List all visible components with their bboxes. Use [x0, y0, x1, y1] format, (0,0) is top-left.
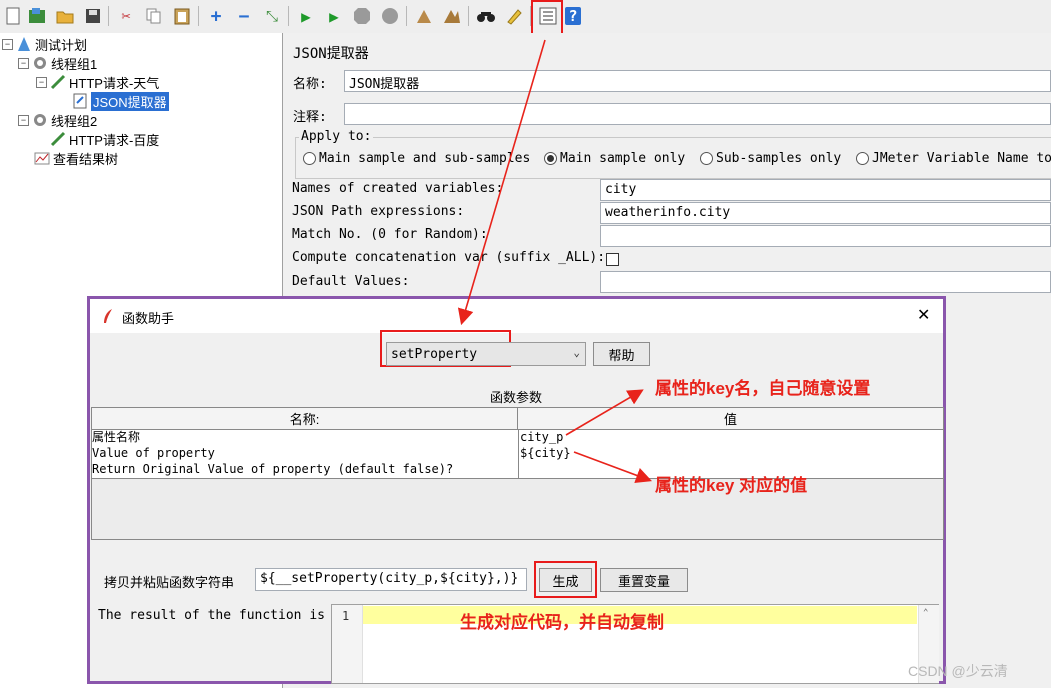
arrow-key-name	[565, 389, 644, 436]
annotation-key-name: 属性的key名，自己随意设置	[655, 379, 871, 398]
annotation-generate: 生成对应代码，并自动复制	[460, 613, 664, 632]
watermark: CSDN @少云清	[908, 663, 1008, 679]
arrow-toolbar-to-select	[457, 39, 546, 326]
arrow-key-value	[573, 451, 652, 484]
annotation-arrows	[457, 39, 652, 484]
annotation-key-value: 属性的key 对应的值	[655, 476, 808, 495]
